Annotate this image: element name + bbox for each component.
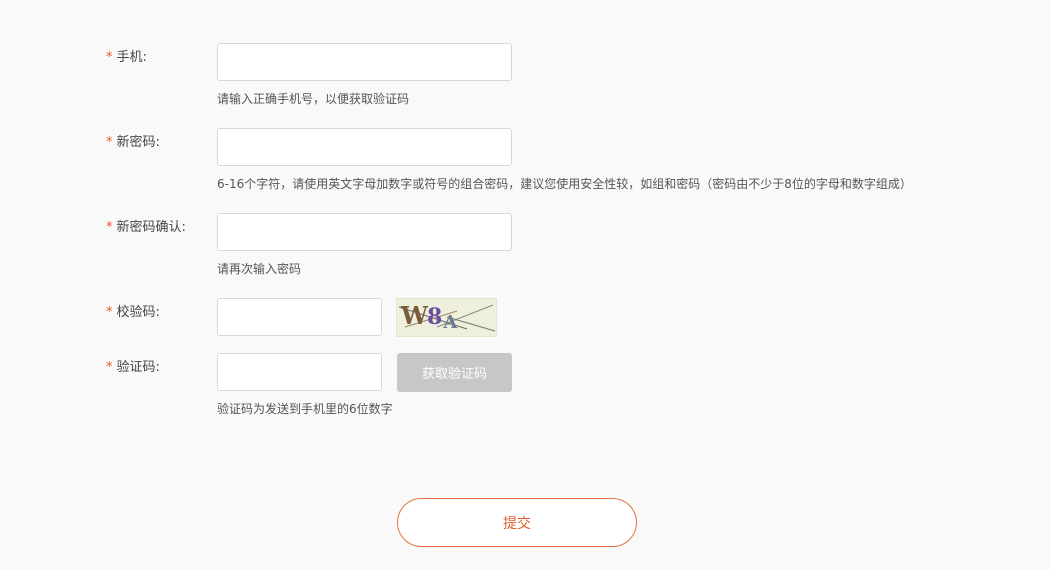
check-code-label: * 校验码: <box>106 304 160 322</box>
reset-password-form: * 手机: 请输入正确手机号，以便获取验证码 * 新密码: 6-16个字符，请使用英… <box>0 0 1051 570</box>
required-mark: * <box>106 135 113 150</box>
phone-label-text: 手机: <box>116 50 147 65</box>
submit-button[interactable]: 提交 <box>397 498 637 547</box>
confirm-password-input[interactable] <box>217 213 512 251</box>
new-password-label-text: 新密码: <box>116 135 160 150</box>
confirm-password-hint: 请再次输入密码 <box>217 262 302 276</box>
sms-code-label: * 验证码: <box>106 359 160 377</box>
required-mark: * <box>106 305 113 320</box>
get-code-button[interactable]: 获取验证码 <box>397 353 512 392</box>
confirm-password-label-text: 新密码确认: <box>116 220 186 235</box>
sms-code-label-text: 验证码: <box>116 360 160 375</box>
new-password-input[interactable] <box>217 128 512 166</box>
captcha-char-3: A <box>443 312 457 333</box>
captcha-image[interactable]: W8 A <box>396 298 497 337</box>
phone-input[interactable] <box>217 43 512 81</box>
sms-code-input[interactable] <box>217 353 382 391</box>
captcha-char-1: W <box>401 301 428 330</box>
captcha-char-2: 8 <box>426 304 442 330</box>
required-mark: * <box>106 50 113 65</box>
captcha-text: W8 A <box>401 299 457 336</box>
phone-hint: 请输入正确手机号，以便获取验证码 <box>217 92 410 106</box>
new-password-label: * 新密码: <box>106 134 160 152</box>
required-mark: * <box>106 220 113 235</box>
check-code-input[interactable] <box>217 298 382 336</box>
new-password-hint: 6-16个字符，请使用英文字母加数字或符号的组合密码，建议您使用安全性较，如组和… <box>217 177 912 191</box>
sms-code-hint: 验证码为发送到手机里的6位数字 <box>217 402 393 416</box>
confirm-password-label: * 新密码确认: <box>106 219 186 237</box>
check-code-label-text: 校验码: <box>116 305 160 320</box>
phone-label: * 手机: <box>106 49 147 67</box>
required-mark: * <box>106 360 113 375</box>
